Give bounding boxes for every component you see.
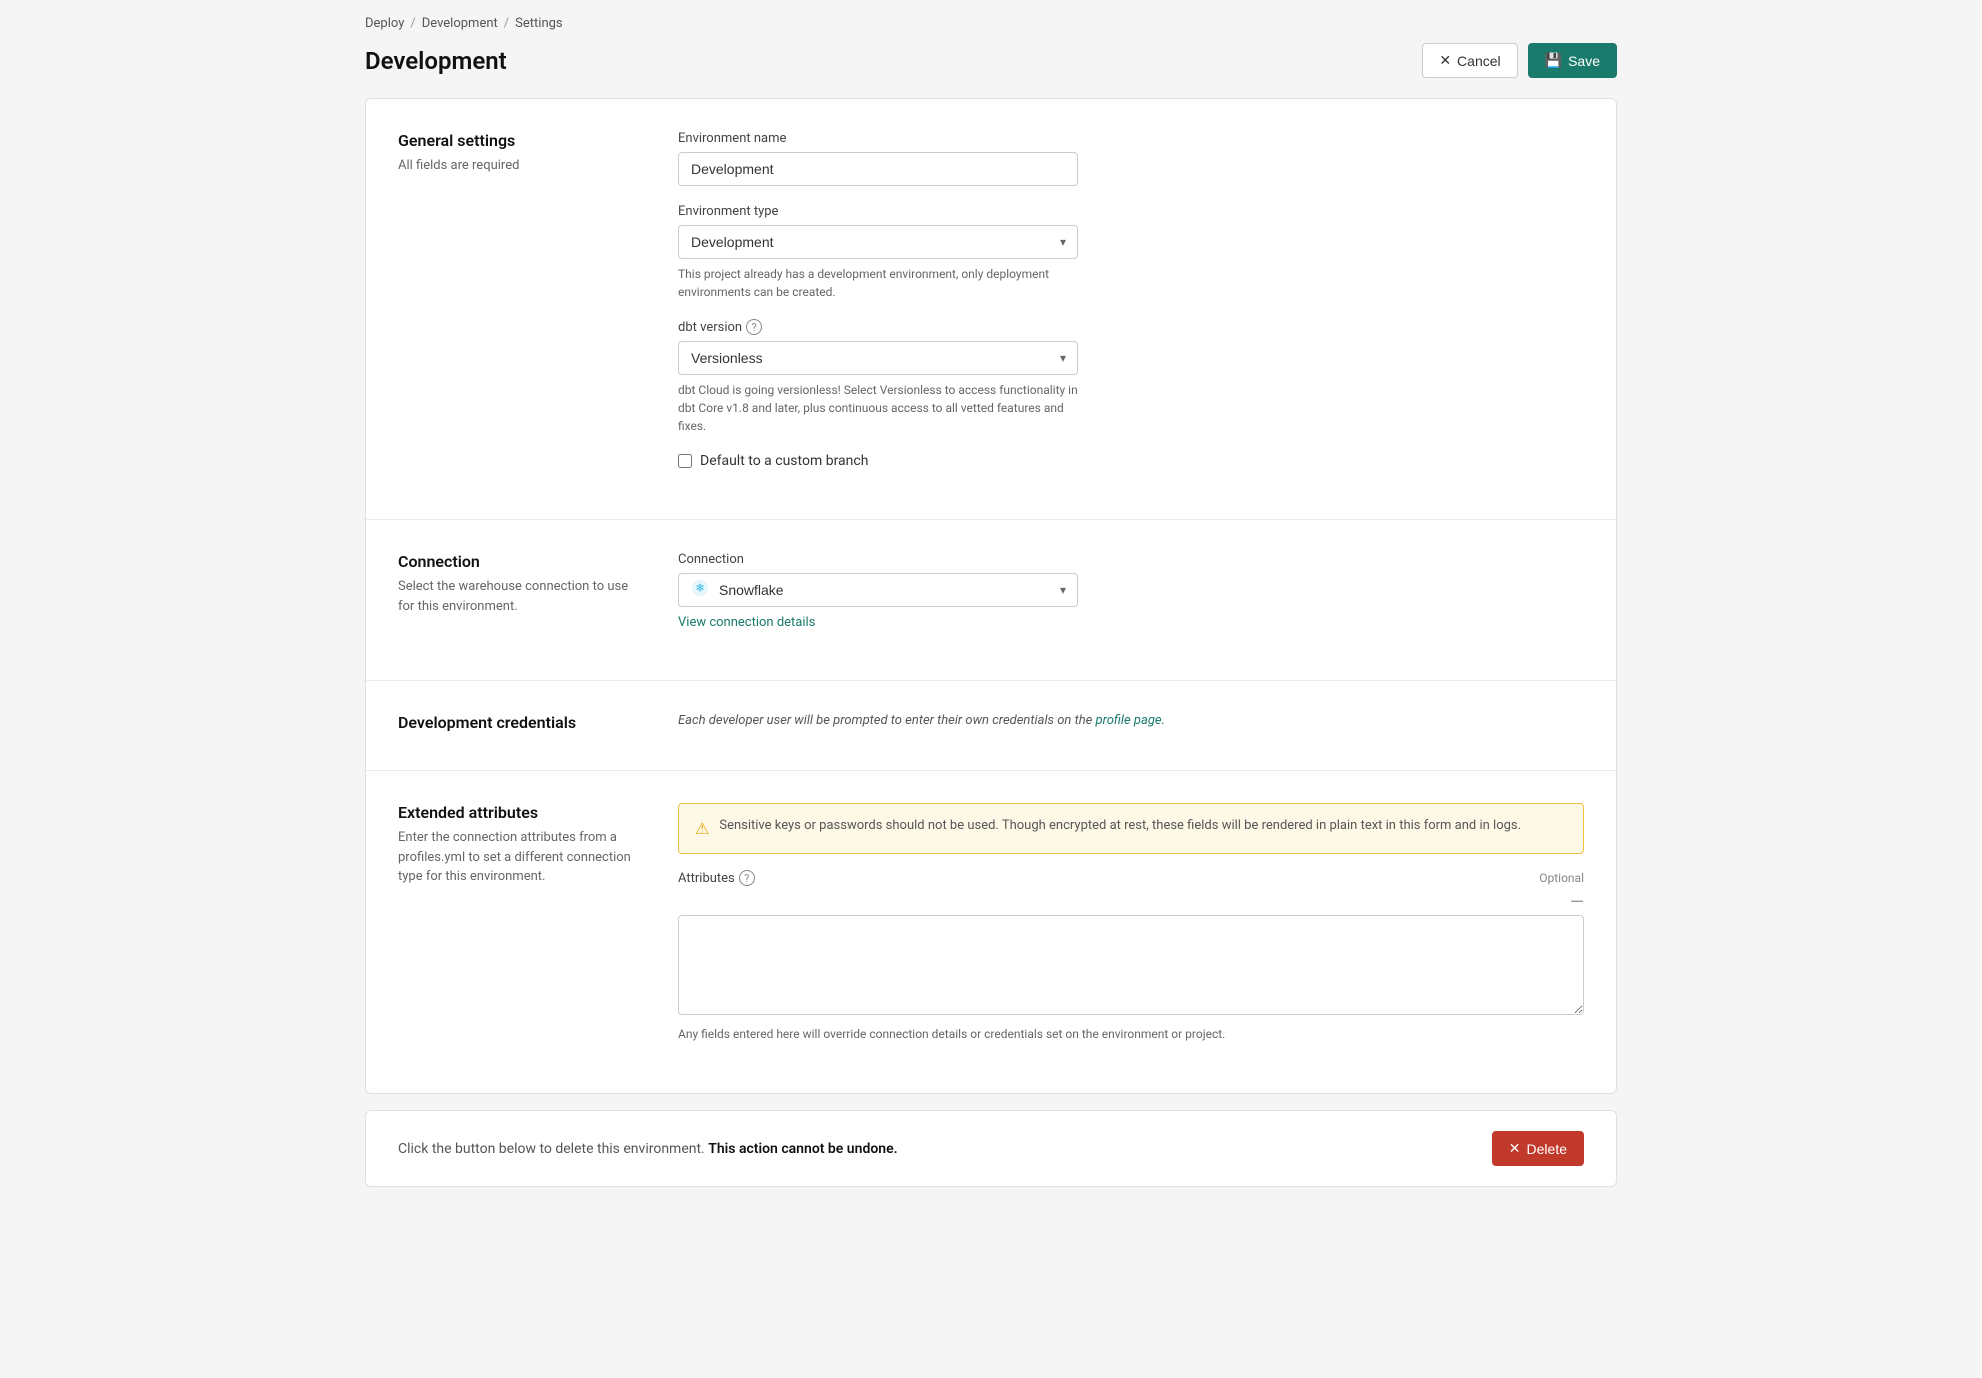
dbt-version-label: dbt version ? bbox=[678, 319, 1078, 335]
extended-attributes-section: Extended attributes Enter the connection… bbox=[366, 771, 1616, 1093]
attributes-help-icon[interactable]: ? bbox=[739, 870, 755, 886]
delete-label: Delete bbox=[1527, 1141, 1567, 1157]
cancel-button[interactable]: ✕ Cancel bbox=[1422, 43, 1517, 78]
dev-creds-description: Each developer user will be prompted to … bbox=[678, 713, 1096, 728]
warning-box: ⚠ Sensitive keys or passwords should not… bbox=[678, 803, 1584, 854]
connection-right: Connection ❄ Snowflake BigQuery Redshift bbox=[678, 552, 1078, 648]
env-name-label: Environment name bbox=[678, 131, 1078, 146]
attributes-label-text: Attributes bbox=[678, 871, 735, 886]
footer-bar: Click the button below to delete this en… bbox=[365, 1110, 1617, 1187]
cancel-label: Cancel bbox=[1457, 53, 1501, 69]
dev-credentials-left: Development credentials bbox=[398, 713, 678, 738]
breadcrumb-sep-2: / bbox=[504, 16, 509, 31]
dev-creds-suffix: . bbox=[1162, 713, 1165, 728]
view-connection-link[interactable]: View connection details bbox=[678, 615, 815, 630]
extended-attributes-title: Extended attributes bbox=[398, 803, 646, 822]
extended-attributes-desc: Enter the connection attributes from a p… bbox=[398, 828, 646, 887]
env-name-input[interactable] bbox=[678, 152, 1078, 186]
custom-branch-label[interactable]: Default to a custom branch bbox=[678, 453, 1078, 469]
dbt-version-group: dbt version ? Versionless 1.8 1.7 1.6 ▾ … bbox=[678, 319, 1078, 435]
attributes-label: Attributes ? bbox=[678, 870, 755, 886]
env-type-label: Environment type bbox=[678, 204, 1078, 219]
connection-label: Connection bbox=[678, 552, 1078, 567]
connection-left: Connection Select the warehouse connecti… bbox=[398, 552, 678, 648]
env-type-select-wrapper: Development Staging Production ▾ bbox=[678, 225, 1078, 259]
general-settings-desc: All fields are required bbox=[398, 156, 646, 176]
save-button[interactable]: 💾 Save bbox=[1528, 43, 1617, 78]
dbt-version-select-wrapper: Versionless 1.8 1.7 1.6 ▾ bbox=[678, 341, 1078, 375]
dev-creds-text: Each developer user will be prompted to … bbox=[678, 713, 1584, 728]
attributes-optional-label: Optional bbox=[1539, 871, 1584, 885]
general-settings-right: Environment name Environment type Develo… bbox=[678, 131, 1078, 487]
warning-icon: ⚠ bbox=[695, 817, 709, 841]
save-label: Save bbox=[1568, 53, 1600, 69]
textarea-top-bar: — bbox=[678, 892, 1584, 913]
extended-attributes-right: ⚠ Sensitive keys or passwords should not… bbox=[678, 803, 1584, 1061]
breadcrumb-development: Development bbox=[422, 16, 498, 31]
footer-text-bold: This action cannot be undone. bbox=[708, 1141, 897, 1157]
connection-group: Connection ❄ Snowflake BigQuery Redshift bbox=[678, 552, 1078, 630]
dbt-version-hint: dbt Cloud is going versionless! Select V… bbox=[678, 381, 1078, 435]
breadcrumb: Deploy / Development / Settings bbox=[365, 16, 1617, 31]
footer-text: Click the button below to delete this en… bbox=[398, 1141, 898, 1157]
attributes-hint: Any fields entered here will override co… bbox=[678, 1025, 1584, 1043]
general-settings-left: General settings All fields are required bbox=[398, 131, 678, 487]
dbt-version-select[interactable]: Versionless 1.8 1.7 1.6 bbox=[678, 341, 1078, 375]
connection-desc: Select the warehouse connection to use f… bbox=[398, 577, 646, 616]
page-header: Development ✕ Cancel 💾 Save bbox=[365, 43, 1617, 78]
env-type-select[interactable]: Development Staging Production bbox=[678, 225, 1078, 259]
breadcrumb-settings: Settings bbox=[515, 16, 562, 31]
dev-credentials-title: Development credentials bbox=[398, 713, 646, 732]
warning-text: Sensitive keys or passwords should not b… bbox=[719, 816, 1521, 836]
delete-button[interactable]: ✕ Delete bbox=[1492, 1131, 1584, 1166]
env-name-group: Environment name bbox=[678, 131, 1078, 186]
dev-credentials-right: Each developer user will be prompted to … bbox=[678, 713, 1584, 738]
attributes-textarea[interactable] bbox=[678, 915, 1584, 1015]
dbt-version-label-text: dbt version bbox=[678, 320, 742, 335]
main-card: General settings All fields are required… bbox=[365, 98, 1617, 1094]
breadcrumb-sep-1: / bbox=[410, 16, 415, 31]
custom-branch-group: Default to a custom branch bbox=[678, 453, 1078, 469]
connection-title: Connection bbox=[398, 552, 646, 571]
cancel-x-icon: ✕ bbox=[1439, 52, 1451, 69]
footer-text-normal: Click the button below to delete this en… bbox=[398, 1141, 708, 1157]
general-settings-title: General settings bbox=[398, 131, 646, 150]
env-type-hint: This project already has a development e… bbox=[678, 265, 1078, 301]
custom-branch-text: Default to a custom branch bbox=[700, 453, 868, 469]
page-title: Development bbox=[365, 47, 507, 75]
header-actions: ✕ Cancel 💾 Save bbox=[1422, 43, 1617, 78]
dev-credentials-section: Development credentials Each developer u… bbox=[366, 681, 1616, 771]
extended-attributes-left: Extended attributes Enter the connection… bbox=[398, 803, 678, 1061]
save-icon: 💾 bbox=[1545, 52, 1562, 69]
dbt-version-help-icon[interactable]: ? bbox=[746, 319, 762, 335]
env-type-group: Environment type Development Staging Pro… bbox=[678, 204, 1078, 301]
general-settings-section: General settings All fields are required… bbox=[366, 99, 1616, 520]
profile-page-link[interactable]: profile page bbox=[1096, 713, 1162, 728]
connection-select[interactable]: Snowflake BigQuery Redshift Databricks bbox=[678, 573, 1078, 607]
custom-branch-checkbox[interactable] bbox=[678, 454, 692, 468]
attributes-label-row: Attributes ? Optional bbox=[678, 870, 1584, 886]
delete-x-icon: ✕ bbox=[1509, 1140, 1521, 1157]
connection-select-wrapper: ❄ Snowflake BigQuery Redshift Databricks… bbox=[678, 573, 1078, 607]
expand-icon[interactable]: — bbox=[1570, 892, 1584, 913]
attributes-group: Attributes ? Optional — Any fields enter… bbox=[678, 870, 1584, 1043]
breadcrumb-deploy: Deploy bbox=[365, 16, 404, 31]
connection-section: Connection Select the warehouse connecti… bbox=[366, 520, 1616, 681]
